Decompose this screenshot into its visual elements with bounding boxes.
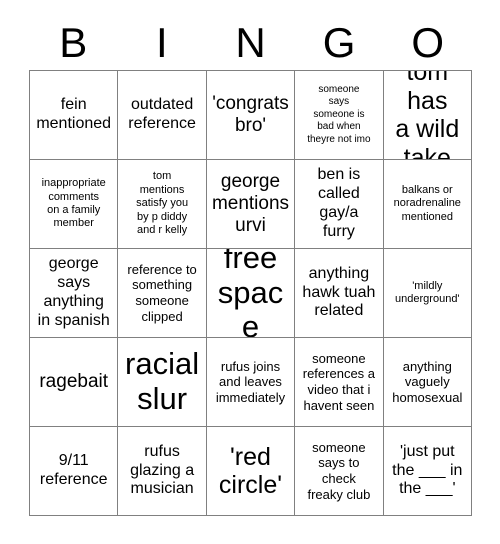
bingo-cell[interactable]: 'just put the ___ in the ___' (383, 427, 472, 516)
bingo-cell-text: george mentions urvi (211, 171, 290, 236)
bingo-cell[interactable]: anything vaguely homosexual (383, 338, 472, 427)
bingo-cell[interactable]: someone says someone is bad when theyre … (295, 71, 384, 160)
bingo-cell[interactable]: ben is called gay/a furry (295, 160, 384, 249)
bingo-cell[interactable]: someone says to check freaky club (295, 427, 384, 516)
bingo-cell-text: outdated reference (128, 96, 196, 132)
bingo-cell[interactable]: outdated reference (118, 71, 207, 160)
bingo-cell-text: inappropriate comments on a family membe… (41, 177, 106, 230)
bingo-cell-text: anything hawk tuah related (302, 264, 376, 320)
bingo-cell[interactable]: 9/11 reference (30, 427, 119, 516)
bingo-cell[interactable]: balkans or noradrenaline mentioned (383, 160, 472, 249)
header-letter-n: N (235, 19, 266, 66)
bingo-cell-text: 9/11 reference (39, 452, 108, 488)
header-letter-o: O (411, 19, 444, 66)
bingo-card: B I N G O fein mentioned outdated refere… (0, 0, 500, 544)
bingo-cell[interactable]: tom mentions satisfy you by p diddy and … (118, 160, 207, 249)
bingo-cell[interactable]: fein mentioned (30, 71, 119, 160)
header-letter-b: B (59, 19, 88, 66)
bingo-cell-text: balkans or noradrenaline mentioned (393, 183, 461, 223)
bingo-cell[interactable]: tom has a wild take (383, 71, 472, 160)
bingo-cell[interactable]: reference to something someone clipped (118, 249, 207, 338)
bingo-cell-text: tom mentions satisfy you by p diddy and … (136, 170, 189, 237)
bingo-cell-text: rufus glazing a musician (130, 442, 195, 498)
bingo-cell-text: free space (217, 249, 284, 338)
bingo-cell-text: someone says to check freaky club (307, 439, 371, 502)
bingo-cell[interactable]: ragebait (30, 338, 119, 427)
bingo-cell-text: fein mentioned (36, 96, 112, 132)
bingo-cell[interactable]: rufus joins and leaves immediately (206, 338, 296, 427)
bingo-cell-text: racial slur (125, 346, 200, 416)
bingo-cell[interactable]: 'mildly underground' (383, 249, 472, 338)
bingo-grid: fein mentioned outdated reference 'congr… (29, 70, 472, 516)
bingo-cell[interactable]: someone references a video that i havent… (295, 338, 384, 427)
bingo-cell-text: someone says someone is bad when theyre … (307, 83, 371, 145)
bingo-cell-text: anything vaguely homosexual (392, 358, 463, 405)
bingo-cell-text: ben is called gay/a furry (317, 166, 361, 240)
bingo-cell[interactable]: racial slur (118, 338, 207, 427)
header-letter-g: G (322, 19, 356, 66)
bingo-cell[interactable]: rufus glazing a musician (118, 427, 207, 516)
bingo-cell[interactable]: anything hawk tuah related (295, 249, 384, 338)
bingo-cell[interactable]: 'congrats bro' (206, 71, 296, 160)
bingo-cell-text: rufus joins and leaves immediately (215, 358, 286, 405)
bingo-cell-text: someone references a video that i havent… (302, 350, 376, 413)
bingo-cell-text: 'mildly underground' (395, 279, 460, 305)
bingo-cell-free-space[interactable]: free space (206, 249, 296, 338)
bingo-cell[interactable]: 'red circle' (206, 427, 296, 516)
bingo-header: B I N G O (29, 16, 472, 70)
bingo-cell-text: george says anything in spanish (37, 255, 110, 329)
bingo-cell-text: 'red circle' (218, 442, 283, 500)
bingo-cell[interactable]: inappropriate comments on a family membe… (30, 160, 119, 249)
bingo-cell-text: reference to something someone clipped (127, 261, 197, 324)
bingo-cell-text: tom has a wild take (395, 71, 460, 160)
bingo-cell-text: 'congrats bro' (212, 93, 289, 136)
bingo-cell[interactable]: george mentions urvi (206, 160, 296, 249)
bingo-cell-text: ragebait (39, 371, 109, 393)
header-letter-i: I (156, 19, 168, 66)
bingo-cell[interactable]: george says anything in spanish (30, 249, 119, 338)
bingo-cell-text: 'just put the ___ in the ___' (392, 442, 463, 498)
